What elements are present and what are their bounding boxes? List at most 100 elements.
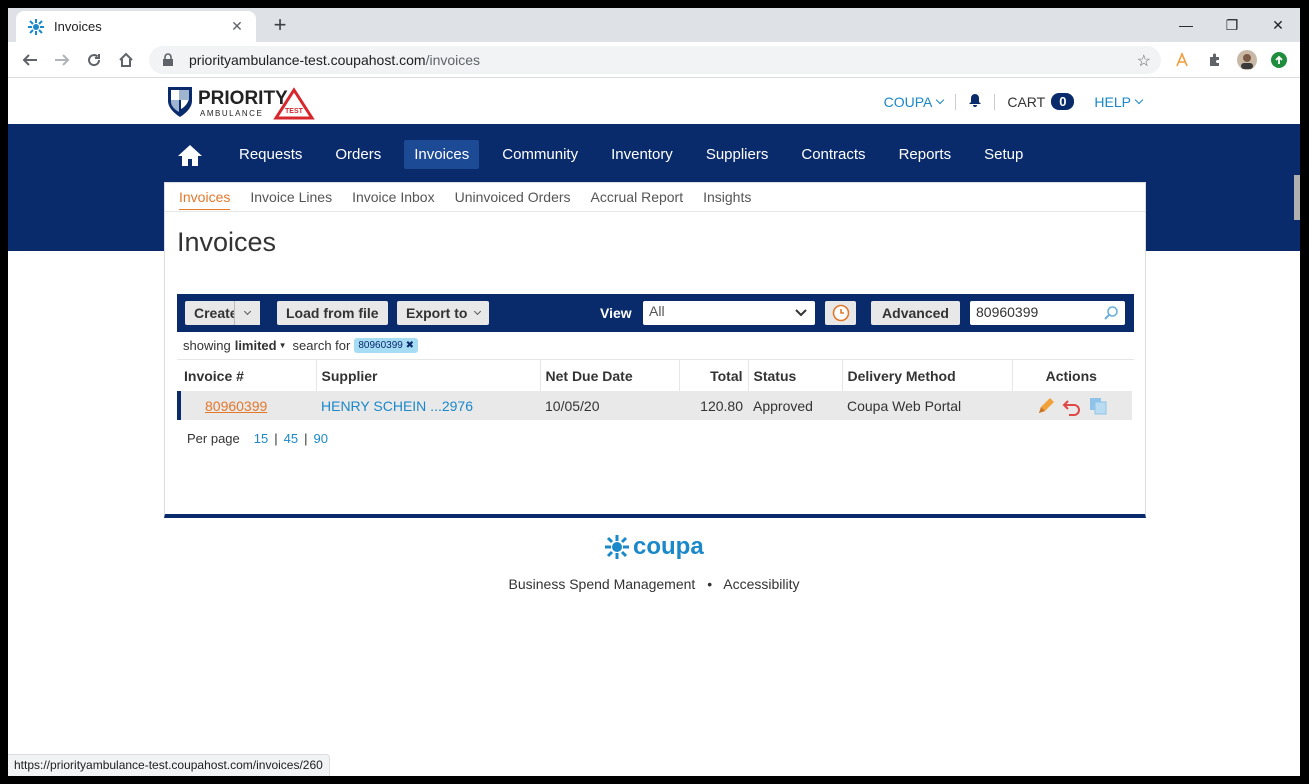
chevron-down-icon <box>474 307 482 315</box>
home-icon[interactable] <box>114 48 138 72</box>
bell-icon[interactable] <box>968 93 982 110</box>
divider: | <box>304 431 308 446</box>
page-content: PRIORITY AMBULANCE TEST COUPA CART 0 HEL… <box>8 79 1300 776</box>
col-invoice[interactable]: Invoice # <box>179 360 317 391</box>
search-icon[interactable] <box>1103 305 1119 321</box>
subnav-accrual-report[interactable]: Accrual Report <box>591 185 684 209</box>
nav-orders[interactable]: Orders <box>325 140 391 169</box>
nav-requests[interactable]: Requests <box>229 140 312 169</box>
view-select-value: All <box>649 303 665 319</box>
coupa-logo-icon <box>605 535 629 559</box>
view-select[interactable]: All <box>643 301 815 325</box>
table-header-row: Invoice # Supplier Net Due Date Total St… <box>179 360 1132 391</box>
void-undo-icon[interactable] <box>1062 396 1082 416</box>
coupa-menu-label: COUPA <box>883 93 933 110</box>
per-page-label: Per page <box>187 431 240 446</box>
col-delivery-method[interactable]: Delivery Method <box>842 360 1013 391</box>
per-page-15[interactable]: 15 <box>254 431 268 446</box>
limited-dropdown[interactable]: limited <box>235 338 277 353</box>
help-menu[interactable]: HELP <box>1094 94 1144 110</box>
export-to-label: Export to <box>406 305 468 321</box>
cart-link[interactable]: CART <box>1007 94 1045 110</box>
search-input[interactable]: 80960399 <box>970 301 1125 325</box>
nav-inventory[interactable]: Inventory <box>601 140 683 169</box>
col-status[interactable]: Status <box>748 360 843 391</box>
main-nav: Requests Orders Invoices Community Inven… <box>171 140 1046 169</box>
profile-avatar-icon[interactable] <box>1236 49 1258 71</box>
nav-community[interactable]: Community <box>492 140 588 169</box>
subnav-uninvoiced-orders[interactable]: Uninvoiced Orders <box>455 185 571 209</box>
invoice-link[interactable]: 80960399 <box>205 398 267 414</box>
coupa-footer-logo[interactable]: coupa <box>604 532 704 562</box>
accessibility-link[interactable]: Accessibility <box>723 576 799 592</box>
update-icon[interactable] <box>1268 49 1290 71</box>
browser-toolbar: priorityambulance-test.coupahost.com/inv… <box>8 42 1300 78</box>
nav-invoices[interactable]: Invoices <box>404 140 480 169</box>
nav-reports[interactable]: Reports <box>889 140 962 169</box>
close-window-icon[interactable]: ✕ <box>1264 14 1292 36</box>
showing-text: showing <box>183 338 231 353</box>
priority-ambulance-logo[interactable]: PRIORITY AMBULANCE TEST <box>166 84 316 120</box>
table-row: 80960399 HENRY SCHEIN ...2976 10/05/20 1… <box>177 391 1132 420</box>
scrollbar-thumb[interactable] <box>1294 175 1300 220</box>
status-bar: https://priorityambulance-test.coupahost… <box>8 754 330 776</box>
cart-count-badge[interactable]: 0 <box>1051 93 1075 110</box>
sub-nav: Invoices Invoice Lines Invoice Inbox Uni… <box>165 183 1145 212</box>
nav-contracts[interactable]: Contracts <box>791 140 875 169</box>
caret-down-icon[interactable]: ▼ <box>279 341 287 350</box>
bookmark-star-icon[interactable]: ☆ <box>1137 51 1151 71</box>
edit-pencil-icon[interactable] <box>1036 396 1056 416</box>
chevron-down-icon <box>243 307 252 316</box>
address-bar[interactable]: priorityambulance-test.coupahost.com/inv… <box>149 46 1161 74</box>
remove-filter-icon[interactable]: ✖ <box>406 340 414 351</box>
row-actions <box>1017 396 1127 416</box>
browser-tab[interactable]: Invoices ✕ <box>16 11 256 42</box>
export-to-button[interactable]: Export to <box>397 301 490 325</box>
home-nav-icon[interactable] <box>177 143 203 167</box>
search-input-value: 80960399 <box>976 304 1039 320</box>
acrobat-extension-icon[interactable] <box>1171 49 1193 71</box>
col-net-due-date[interactable]: Net Due Date <box>540 360 680 391</box>
logo-subtext: AMBULANCE <box>200 109 263 118</box>
nav-suppliers[interactable]: Suppliers <box>696 140 779 169</box>
content-panel: Invoices Invoice Lines Invoice Inbox Uni… <box>164 182 1146 518</box>
advanced-search-button[interactable]: Advanced <box>871 301 960 325</box>
col-supplier[interactable]: Supplier <box>316 360 541 391</box>
supplier-link[interactable]: HENRY SCHEIN ...2976 <box>321 398 473 414</box>
back-icon[interactable] <box>18 48 42 72</box>
copy-icon[interactable] <box>1088 396 1108 416</box>
subnav-invoice-inbox[interactable]: Invoice Inbox <box>352 185 435 209</box>
clock-icon[interactable] <box>825 301 856 325</box>
close-tab-icon[interactable]: ✕ <box>228 18 246 35</box>
tab-strip: Invoices ✕ + — ❐ ✕ <box>8 8 1300 42</box>
tab-title: Invoices <box>54 19 102 34</box>
business-spend-management-link[interactable]: Business Spend Management <box>509 576 696 592</box>
load-from-file-button[interactable]: Load from file <box>277 301 388 325</box>
search-filter-chip[interactable]: 80960399 ✖ <box>354 338 419 353</box>
nav-setup[interactable]: Setup <box>974 140 1033 169</box>
top-header: PRIORITY AMBULANCE TEST COUPA CART 0 HEL… <box>8 79 1300 124</box>
lock-icon <box>163 53 173 66</box>
per-page-90[interactable]: 90 <box>313 431 327 446</box>
divider <box>994 93 996 110</box>
chevron-down-icon <box>936 95 945 104</box>
extensions-puzzle-icon[interactable] <box>1204 49 1226 71</box>
new-tab-icon[interactable]: + <box>268 13 292 37</box>
create-dropdown-button[interactable] <box>234 301 260 325</box>
forward-icon[interactable] <box>50 48 74 72</box>
footer-separator: • <box>707 576 713 592</box>
reload-icon[interactable] <box>82 48 106 72</box>
subnav-insights[interactable]: Insights <box>703 185 751 209</box>
create-button[interactable]: Create <box>185 301 238 325</box>
per-page-45[interactable]: 45 <box>284 431 298 446</box>
col-total[interactable]: Total <box>679 360 749 391</box>
coupa-menu[interactable]: COUPA <box>883 93 945 110</box>
cell-supplier: HENRY SCHEIN ...2976 <box>316 391 540 420</box>
footer-links: Business Spend Management • Accessibilit… <box>8 576 1300 592</box>
subnav-invoice-lines[interactable]: Invoice Lines <box>250 185 332 209</box>
subnav-invoices[interactable]: Invoices <box>179 185 231 210</box>
restore-icon[interactable]: ❐ <box>1218 14 1246 36</box>
url-host: priorityambulance-test.coupahost.com <box>189 52 426 68</box>
chevron-down-icon <box>1134 95 1144 104</box>
minimize-icon[interactable]: — <box>1172 14 1200 36</box>
